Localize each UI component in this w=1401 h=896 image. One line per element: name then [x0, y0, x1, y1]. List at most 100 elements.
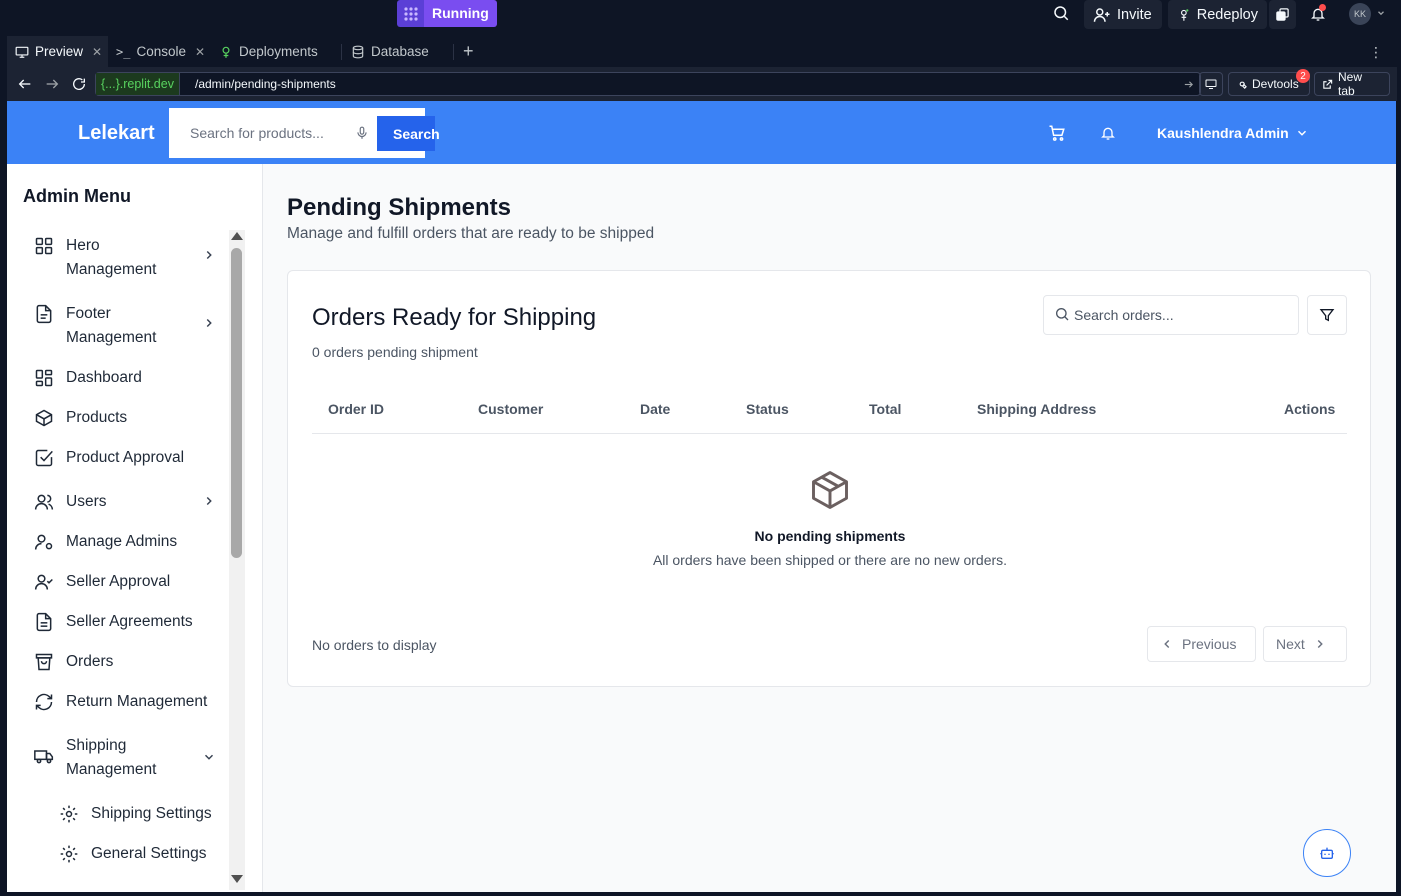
sidebar-item-orders[interactable]: Orders: [34, 650, 113, 674]
tab-console[interactable]: >_ Console ✕: [108, 36, 211, 67]
sidebar-item-label: Orders: [66, 653, 114, 670]
product-search-input[interactable]: [169, 108, 377, 158]
pagination-info: No orders to display: [312, 637, 437, 653]
sidebar-item-label: Product Approval: [66, 449, 185, 466]
previous-label: Previous: [1182, 636, 1237, 652]
sidebar-item-label: Users: [66, 493, 107, 510]
go-arrow-icon[interactable]: [1183, 79, 1194, 90]
tab-divider: [341, 44, 342, 60]
checkbox-icon: [35, 449, 53, 467]
forward-arrow-icon[interactable]: [44, 76, 60, 92]
sidebar-item-label: Shipping Settings: [91, 805, 212, 822]
user-menu-name[interactable]: Kaushlendra Admin: [1157, 125, 1289, 141]
search-button[interactable]: Search: [377, 116, 440, 151]
column-date[interactable]: Date: [640, 401, 670, 417]
bell-icon[interactable]: [1100, 124, 1116, 142]
chevron-down-icon[interactable]: [1376, 8, 1386, 18]
terminal-icon: >_: [116, 44, 131, 59]
sidebar-item-manage-admins[interactable]: Manage Admins: [34, 530, 177, 554]
microphone-icon[interactable]: [355, 125, 369, 141]
dashboard-icon: [35, 369, 53, 387]
column-status[interactable]: Status: [746, 401, 789, 417]
chevron-down-icon[interactable]: [1295, 126, 1309, 140]
next-button[interactable]: Next: [1263, 626, 1347, 662]
tab-database[interactable]: Database: [343, 36, 453, 67]
empty-state-subtitle: All orders have been shipped or there ar…: [652, 552, 1008, 568]
sidebar-item-dashboard[interactable]: Dashboard: [34, 366, 142, 390]
column-shipping-address[interactable]: Shipping Address: [977, 401, 1096, 417]
device-toggle-button[interactable]: [1199, 72, 1223, 96]
url-domain: {...}.replit.dev: [96, 73, 180, 95]
avatar[interactable]: KK: [1349, 3, 1371, 25]
next-label: Next: [1276, 636, 1305, 652]
wrench-icon: [1239, 81, 1247, 89]
close-icon[interactable]: ✕: [92, 45, 102, 59]
app-preview: Lelekart Search Kaushlendra Admin Admin …: [7, 101, 1396, 892]
sidebar-item-seller-agreements[interactable]: Seller Agreements: [34, 610, 193, 634]
sidebar-item-users[interactable]: Users: [34, 490, 212, 514]
chevron-right-icon: [206, 318, 212, 328]
back-arrow-icon[interactable]: [17, 76, 33, 92]
more-options-icon[interactable]: ⋮: [1369, 44, 1383, 61]
filter-button[interactable]: [1307, 295, 1347, 335]
tab-deployments[interactable]: Deployments: [211, 36, 341, 67]
reload-icon[interactable]: [71, 76, 87, 92]
sidebar-title: Admin Menu: [23, 186, 131, 206]
sidebar-subitem-shipping-settings[interactable]: Shipping Settings: [59, 802, 212, 826]
sidebar-item-return-management[interactable]: Return Management: [34, 690, 207, 714]
scrollbar-thumb[interactable]: [231, 248, 242, 558]
chatbot-button[interactable]: [1303, 829, 1351, 877]
chevron-right-icon: [206, 250, 212, 260]
search-icon[interactable]: [1052, 4, 1072, 24]
previous-button[interactable]: Previous: [1147, 626, 1256, 662]
tab-strip: Preview ✕ >_ Console ✕ Deployments Datab…: [7, 36, 1397, 67]
invite-button[interactable]: Invite: [1084, 0, 1162, 29]
tab-label: Console: [136, 44, 186, 59]
column-total[interactable]: Total: [869, 401, 901, 417]
sidebar-item-hero-management[interactable]: Hero Management: [34, 234, 212, 282]
sidebar-item-products[interactable]: Products: [34, 406, 127, 430]
copy-button[interactable]: [1269, 0, 1296, 29]
chevron-down-icon: [204, 754, 214, 760]
sidebar-item-label: Return Management: [66, 693, 208, 710]
grid-icon: [35, 237, 53, 255]
brand-logo[interactable]: Lelekart: [78, 122, 155, 145]
close-icon[interactable]: ✕: [195, 45, 205, 59]
database-icon: [352, 45, 364, 58]
sidebar-item-shipping-management[interactable]: Shipping Management: [34, 734, 214, 782]
sidebar-item-label: Dashboard: [66, 369, 142, 386]
sidebar-item-label: Seller Agreements: [66, 613, 193, 630]
bot-icon: [1320, 847, 1334, 859]
filter-icon: [1319, 309, 1335, 322]
main-content: Pending Shipments Manage and fulfill ord…: [263, 164, 1396, 892]
sidebar-item-seller-approval[interactable]: Seller Approval: [34, 570, 170, 594]
monitor-icon: [1205, 79, 1217, 89]
external-link-icon: [1323, 79, 1333, 89]
deploy-icon: [1181, 8, 1189, 21]
cart-icon[interactable]: [1048, 124, 1066, 142]
sidebar-item-footer-management[interactable]: Footer Management: [34, 302, 212, 350]
add-tab-button[interactable]: +: [455, 36, 485, 67]
invite-label: Invite: [1117, 6, 1152, 23]
redeploy-button[interactable]: Redeploy: [1168, 0, 1267, 29]
user-check-icon: [34, 574, 53, 590]
sidebar-item-label: Hero Management: [66, 237, 157, 278]
column-customer[interactable]: Customer: [478, 401, 543, 417]
user-plus-icon: [1093, 7, 1110, 22]
scroll-up-arrow[interactable]: [231, 232, 243, 240]
url-field[interactable]: {...}.replit.dev /admin/pending-shipment…: [95, 72, 1201, 96]
product-search: Search: [169, 108, 440, 158]
sidebar-item-label: Manage Admins: [66, 533, 178, 550]
run-status-button[interactable]: Running: [424, 0, 497, 27]
column-order-id[interactable]: Order ID: [328, 401, 384, 417]
column-actions[interactable]: Actions: [1284, 401, 1335, 417]
sidebar-item-label: General Settings: [91, 845, 207, 862]
truck-icon: [34, 750, 54, 764]
tab-preview[interactable]: Preview ✕: [7, 36, 108, 67]
scroll-down-arrow[interactable]: [231, 875, 243, 883]
new-tab-button[interactable]: New tab: [1314, 70, 1390, 98]
orders-search-input[interactable]: [1074, 296, 1294, 334]
replit-logo-icon[interactable]: [397, 0, 425, 27]
sidebar-item-product-approval[interactable]: Product Approval: [34, 446, 184, 470]
sidebar-subitem-general-settings[interactable]: General Settings: [59, 842, 206, 866]
